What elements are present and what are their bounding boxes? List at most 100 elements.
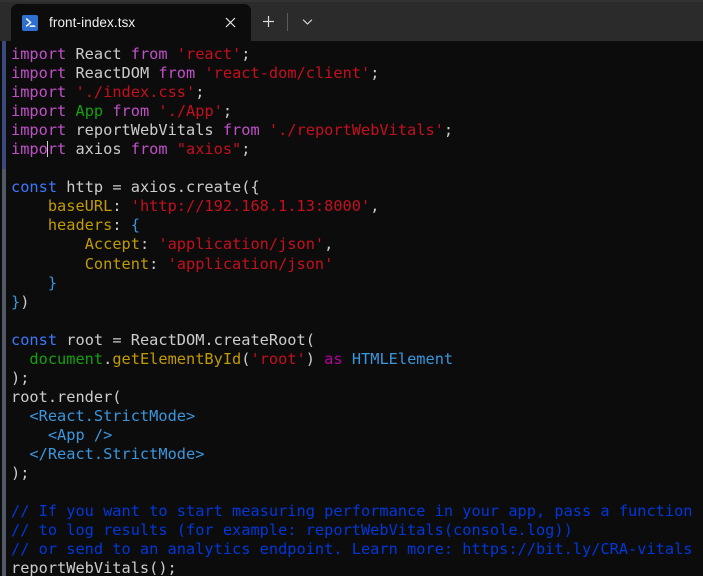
code-token: document	[29, 349, 104, 368]
code-token: headers	[47, 216, 113, 235]
code-token: ,	[370, 197, 380, 216]
code-token: 'root'	[250, 349, 306, 368]
code-token: ReactDOM	[66, 64, 159, 83]
code-token: }	[47, 273, 58, 292]
code-token: :	[112, 197, 131, 216]
terminal-window: front-index.tsx import React from 'react…	[0, 0, 703, 576]
window-top-border	[0, 0, 703, 2]
code-token: 'application/json'	[158, 235, 325, 254]
chevron-down-icon[interactable]	[290, 6, 324, 38]
code-token: from	[130, 140, 168, 159]
code-token: './index.css'	[75, 83, 196, 102]
code-line: import ReactDOM from 'react-dom/client';	[11, 64, 703, 83]
code-line: // to log results (for example: reportWe…	[11, 521, 703, 540]
code-token: const	[11, 178, 58, 197]
scrollbar-thumb[interactable]	[2, 41, 6, 169]
code-line: const root = ReactDOM.createRoot(	[11, 331, 703, 350]
code-token: ;	[370, 64, 380, 83]
code-token: App	[75, 102, 104, 121]
code-token: </React.StrictMode>	[29, 444, 205, 463]
powershell-icon	[22, 14, 38, 31]
code-token: <React.StrictMode>	[29, 406, 196, 425]
code-token: axios	[66, 140, 131, 159]
tab-bar-actions	[251, 4, 324, 41]
code-content: import React from 'react'; import ReactDO…	[11, 45, 703, 576]
code-token: // or send to an analytics endpoint. Lea…	[11, 540, 693, 559]
title-bar: front-index.tsx	[0, 0, 703, 41]
terminal-pane[interactable]: import React from 'react'; import ReactDO…	[0, 41, 703, 576]
code-token: <App />	[47, 425, 113, 444]
code-token: )	[20, 292, 30, 311]
code-line: // If you want to start measuring perfor…	[11, 502, 703, 521]
code-token: baseURL	[47, 197, 113, 216]
new-tab-icon[interactable]	[251, 6, 285, 38]
code-token: from	[130, 45, 168, 63]
code-line: import axios from "axios";	[11, 140, 703, 159]
code-token: ;	[241, 140, 251, 159]
code-token: :	[139, 235, 159, 254]
terminal-tab[interactable]: front-index.tsx	[11, 4, 251, 41]
code-token: root.render(	[11, 387, 122, 406]
code-line: </React.StrictMode>	[11, 445, 703, 464]
code-token: impo	[11, 140, 48, 159]
code-token: {	[130, 216, 140, 235]
code-token: root = ReactDOM.createRoot(	[57, 330, 315, 349]
code-line: );	[11, 464, 703, 483]
code-token: ,	[324, 235, 334, 254]
code-token: 'react-dom/client'	[204, 64, 371, 83]
code-token: 'application/json'	[167, 254, 334, 273]
code-token: );	[11, 464, 30, 483]
code-token: http = axios.create({	[57, 178, 260, 197]
code-token: import	[11, 102, 67, 121]
code-line: }	[11, 274, 703, 293]
code-line: <React.StrictMode>	[11, 407, 703, 426]
code-token: "axios"	[176, 140, 242, 159]
code-line: Accept: 'application/json',	[11, 235, 703, 254]
code-token: import	[11, 45, 67, 63]
code-line: const http = axios.create({	[11, 178, 703, 197]
code-token: from	[222, 121, 260, 140]
code-line: document.getElementById('root') as HTMLE…	[11, 350, 703, 369]
code-token: ;	[222, 102, 233, 121]
code-token: ;	[443, 121, 454, 140]
tab-bar-divider	[287, 12, 288, 31]
code-token: reportWebVitals();	[11, 559, 177, 576]
code-line: import reportWebVitals from './reportWeb…	[11, 121, 703, 140]
code-line: Content: 'application/json'	[11, 255, 703, 274]
code-line: import App from './App';	[11, 102, 703, 121]
code-token: getElementById	[112, 349, 242, 368]
code-token: './reportWebVitals'	[268, 121, 444, 140]
code-token: ;	[195, 83, 205, 102]
code-token: ;	[241, 45, 251, 63]
code-token: HTMLElement	[351, 349, 454, 368]
code-line: );	[11, 369, 703, 388]
code-token: // If you want to start measuring perfor…	[11, 502, 693, 521]
code-line: // or send to an analytics endpoint. Lea…	[11, 540, 703, 559]
code-token: import	[11, 83, 67, 102]
code-token: React	[66, 45, 131, 63]
code-token: from	[158, 64, 196, 83]
code-token: import	[11, 64, 67, 83]
code-token: Accept	[84, 235, 140, 254]
code-line: root.render(	[11, 388, 703, 407]
code-token: );	[11, 368, 30, 387]
code-token: const	[11, 330, 58, 349]
code-token: 'http://192.168.1.13:8000'	[130, 197, 371, 216]
close-icon[interactable]	[215, 8, 245, 38]
code-token: :	[149, 254, 168, 273]
code-token: as	[324, 349, 343, 368]
code-token: Content	[84, 254, 150, 273]
code-line: })	[11, 293, 703, 312]
code-token: )	[305, 349, 325, 368]
